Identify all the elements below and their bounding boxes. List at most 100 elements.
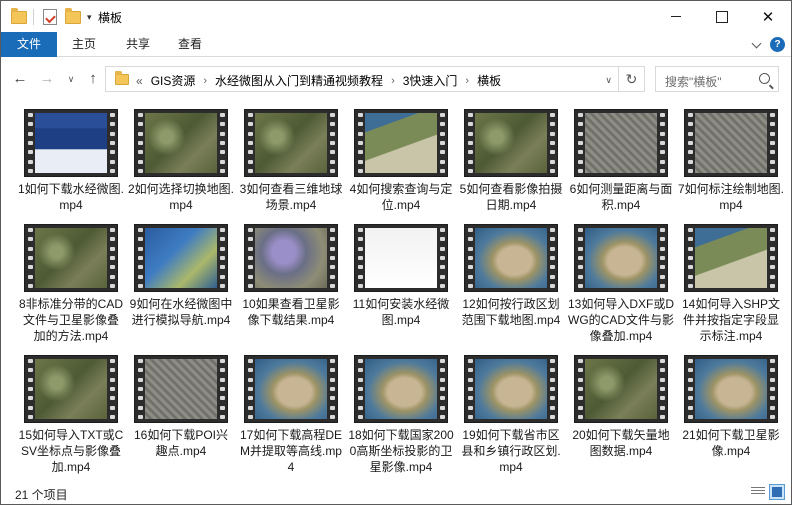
file-item[interactable]: 21如何下载卫星影像.mp4 [676, 355, 786, 475]
file-item[interactable]: 13如何导入DXF或DWG的CAD文件与影像叠加.mp4 [566, 224, 676, 344]
file-item[interactable]: 15如何导入TXT或CSV坐标点与影像叠加.mp4 [16, 355, 126, 475]
file-item[interactable]: 5如何查看影像拍摄日期.mp4 [456, 109, 566, 213]
breadcrumb-separator[interactable]: › [465, 75, 469, 87]
breadcrumb-current[interactable]: 横板 [477, 72, 501, 89]
film-perforation [576, 359, 584, 419]
file-name: 14如何导入SHP文件并按指定字段显示标注.mp4 [681, 297, 781, 343]
film-perforation [246, 113, 254, 173]
film-perforation [438, 228, 446, 288]
film-perforation [466, 113, 474, 173]
video-thumbnail [244, 109, 338, 177]
tab-home[interactable]: 主页 [63, 32, 105, 57]
help-icon[interactable]: ? [770, 37, 785, 52]
file-item[interactable]: 12如何按行政区划范围下载地图.mp4 [456, 224, 566, 344]
file-item[interactable]: 8非标准分带的CAD文件与卫星影像叠加的方法.mp4 [16, 224, 126, 344]
film-perforation [686, 359, 694, 419]
file-name: 5如何查看影像拍摄日期.mp4 [459, 182, 563, 212]
toolbar-separator [33, 9, 34, 25]
video-thumbnail [684, 224, 778, 292]
close-button[interactable]: ✕ [745, 1, 791, 32]
file-item[interactable]: 18如何下载国家2000高斯坐标投影的卫星影像.mp4 [346, 355, 456, 475]
file-item[interactable]: 9如何在水经微图中进行模拟导航.mp4 [126, 224, 236, 344]
thumbnail-image [255, 113, 327, 173]
address-bar[interactable]: « › GIS资源 › 水经微图从入门到精通视频教程 › 3快速入门 › 横板 … [105, 66, 645, 92]
recent-locations-dropdown[interactable]: ∨ [63, 71, 79, 87]
file-item[interactable]: 6如何测量距离与面积.mp4 [566, 109, 676, 213]
video-thumbnail [24, 355, 118, 423]
search-box[interactable]: 搜索"横板" [655, 66, 779, 92]
thumbnail-image [585, 113, 657, 173]
refresh-button[interactable]: ↻ [618, 67, 644, 91]
file-name: 21如何下载卫星影像.mp4 [682, 428, 780, 458]
thumbnail-image [365, 359, 437, 419]
file-name: 8非标准分带的CAD文件与卫星影像叠加的方法.mp4 [18, 297, 123, 343]
thumbnail-image [585, 359, 657, 419]
file-item[interactable]: 1如何下载水经微图.mp4 [16, 109, 126, 213]
tab-view[interactable]: 查看 [169, 32, 211, 57]
file-name: 19如何下载省市区县和乡镇行政区划.mp4 [461, 428, 561, 474]
video-thumbnail [134, 109, 228, 177]
file-item[interactable]: 11如何安装水经微图.mp4 [346, 224, 456, 344]
file-item[interactable]: 19如何下载省市区县和乡镇行政区划.mp4 [456, 355, 566, 475]
minimize-button[interactable] [653, 1, 699, 32]
breadcrumb-quickstart[interactable]: 3快速入门 [403, 72, 458, 89]
search-icon[interactable] [759, 73, 770, 84]
large-icons-view-icon[interactable] [769, 484, 785, 500]
film-perforation [26, 113, 34, 173]
address-dropdown[interactable]: ∨ [605, 75, 612, 86]
file-item[interactable]: 4如何搜索查询与定位.mp4 [346, 109, 456, 213]
file-item[interactable]: 16如何下载POI兴趣点.mp4 [126, 355, 236, 475]
breadcrumb-separator[interactable]: › [203, 75, 207, 87]
video-thumbnail [354, 109, 448, 177]
new-folder-icon[interactable] [65, 7, 81, 26]
details-view-icon[interactable] [751, 486, 765, 498]
film-perforation [768, 113, 776, 173]
ribbon-tabs: 文件 主页 共享 查看 ? [1, 32, 791, 57]
film-perforation [328, 113, 336, 173]
up-button[interactable]: ↑ [85, 71, 101, 87]
thumbnail-image [475, 113, 547, 173]
film-perforation [246, 228, 254, 288]
file-item[interactable]: 20如何下载矢量地图数据.mp4 [566, 355, 676, 475]
file-name: 17如何下载高程DEM并提取等高线.mp4 [239, 428, 343, 474]
video-thumbnail [464, 355, 558, 423]
film-perforation [548, 228, 556, 288]
back-button[interactable]: ← [12, 71, 28, 87]
file-item[interactable]: 17如何下载高程DEM并提取等高线.mp4 [236, 355, 346, 475]
properties-icon[interactable] [43, 8, 57, 26]
film-perforation [26, 359, 34, 419]
expand-ribbon-chevron-icon[interactable] [751, 38, 763, 50]
video-thumbnail [574, 355, 668, 423]
file-name: 2如何选择切换地图.mp4 [128, 182, 235, 212]
film-perforation [356, 113, 364, 173]
status-bar: 21 个项目 [1, 480, 791, 504]
quick-access-dropdown[interactable]: ▾ [87, 8, 92, 26]
file-item[interactable]: 10如果查看卫星影像下载结果.mp4 [236, 224, 346, 344]
breadcrumb-overflow[interactable]: « [136, 74, 143, 88]
film-perforation [328, 359, 336, 419]
video-thumbnail [574, 109, 668, 177]
tab-file[interactable]: 文件 [1, 32, 57, 57]
thumbnail-image [585, 228, 657, 288]
film-perforation [686, 113, 694, 173]
film-perforation [768, 228, 776, 288]
thumbnail-image [255, 228, 327, 288]
maximize-button[interactable] [699, 1, 745, 32]
breadcrumb-separator[interactable]: › [391, 75, 395, 87]
file-item[interactable]: 2如何选择切换地图.mp4 [126, 109, 236, 213]
forward-button[interactable]: → [39, 71, 55, 87]
file-name: 9如何在水经微图中进行模拟导航.mp4 [129, 297, 233, 327]
video-thumbnail [244, 355, 338, 423]
item-count: 21 个项目 [15, 488, 68, 502]
film-perforation [548, 113, 556, 173]
tab-share[interactable]: 共享 [117, 32, 159, 57]
film-perforation [576, 228, 584, 288]
film-perforation [136, 359, 144, 419]
breadcrumb-gis[interactable]: GIS资源 [151, 72, 196, 89]
breadcrumb-tutorial[interactable]: 水经微图从入门到精通视频教程 [215, 72, 383, 89]
file-item[interactable]: 7如何标注绘制地图.mp4 [676, 109, 786, 213]
file-item[interactable]: 3如何查看三维地球场景.mp4 [236, 109, 346, 213]
film-perforation [438, 359, 446, 419]
file-item[interactable]: 14如何导入SHP文件并按指定字段显示标注.mp4 [676, 224, 786, 344]
video-thumbnail [24, 109, 118, 177]
